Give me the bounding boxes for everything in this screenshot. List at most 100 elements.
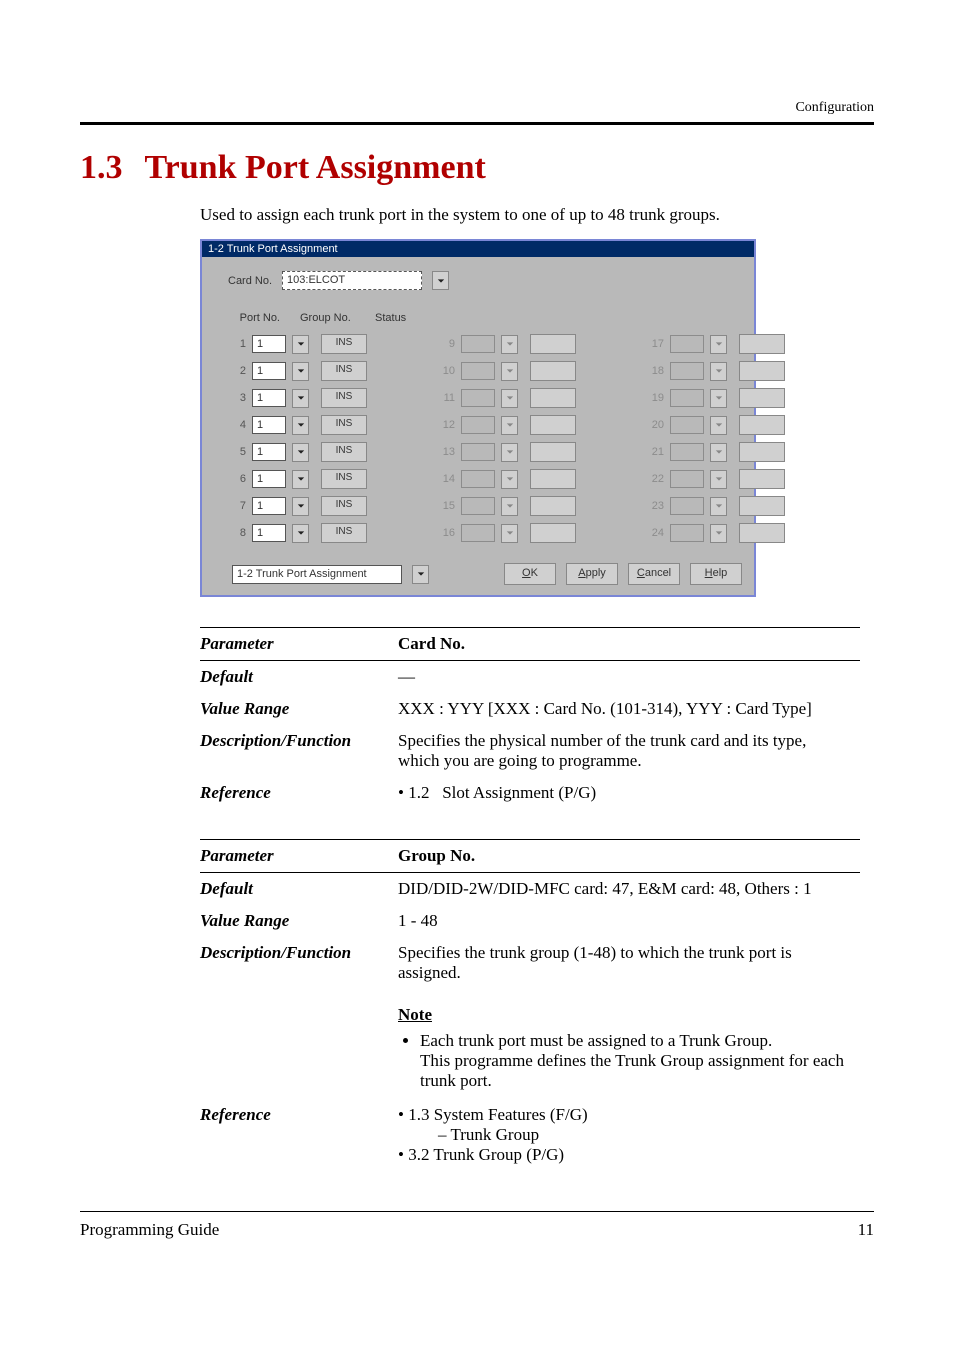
status-button[interactable]: INS [321,523,367,543]
group-dropdown-button[interactable] [292,416,309,435]
group-no-input[interactable]: 1 [252,443,286,461]
port-number: 9 [437,338,455,350]
group-dropdown-button[interactable] [292,470,309,489]
group-dropdown-button[interactable] [292,524,309,543]
status-button[interactable]: INS [321,442,367,462]
status-button [739,496,785,516]
group-dropdown-button [501,416,518,435]
group-no-input[interactable]: 1 [252,416,286,434]
status-button [739,523,785,543]
status-button[interactable]: INS [321,334,367,354]
chevron-down-icon [506,475,514,483]
group-no-input[interactable]: 1 [252,389,286,407]
group-dropdown-button [710,470,727,489]
chevron-down-icon [506,394,514,402]
group-dropdown-button [710,443,727,462]
port-row: 21 [646,442,785,462]
port-row: 11 INS [228,334,367,354]
port-row: 18 [646,361,785,381]
port-number: 21 [646,446,664,458]
group-dropdown-button [710,335,727,354]
group-dropdown-button[interactable] [292,389,309,408]
port-row: 17 [646,334,785,354]
port-row: 41INS [228,415,367,435]
status-button[interactable]: INS [321,388,367,408]
note-list: Each trunk port must be assigned to a Tr… [398,1031,852,1091]
status-button [530,361,576,381]
port-number: 1 [228,338,246,350]
status-button[interactable]: INS [321,415,367,435]
cancel-button[interactable]: Cancel [628,563,680,585]
group-dropdown-button [710,497,727,516]
port-row: 9 [437,334,576,354]
app-window: 1-2 Trunk Port Assignment Card No. 103:E… [200,239,756,597]
group-no-input [670,470,704,488]
cancel-button-rest: ancel [645,567,671,579]
status-button[interactable]: INS [321,361,367,381]
status-button[interactable]: INS [321,469,367,489]
group-dropdown-button [501,443,518,462]
status-button [739,388,785,408]
group-no-input [461,524,495,542]
group-dropdown-button [710,416,727,435]
chevron-down-icon [715,529,723,537]
port-row: 51INS [228,442,367,462]
nav-dropdown-button[interactable] [412,565,429,584]
group-dropdown-button[interactable] [292,497,309,516]
status-button [739,469,785,489]
port-number: 16 [437,527,455,539]
port-row: 81INS [228,523,367,543]
chevron-down-icon [417,570,425,578]
group-dropdown-button [501,389,518,408]
port-number: 3 [228,392,246,404]
ok-button[interactable]: OK [504,563,556,585]
group-no-input[interactable]: 1 [252,524,286,542]
group-no-input [461,443,495,461]
status-button[interactable]: INS [321,496,367,516]
chevron-down-icon [506,448,514,456]
columns-header: Port No. Group No. Status [228,312,740,324]
apply-button-rest: pply [586,567,606,579]
parameter-table-card-no: ParameterCard No. Default— Value RangeXX… [200,627,860,809]
chevron-down-icon [297,529,305,537]
group-dropdown-button [710,524,727,543]
port-number: 24 [646,527,664,539]
port-number: 23 [646,500,664,512]
chevron-down-icon [715,421,723,429]
group-no-input[interactable]: 1 [252,470,286,488]
group-no-input [461,389,495,407]
group-no-input [461,362,495,380]
card-no-input[interactable]: 103:ELCOT [282,271,422,290]
help-button[interactable]: Help [690,563,742,585]
group-dropdown-button[interactable] [292,335,309,354]
group-no-input[interactable]: 1 [252,362,286,380]
chevron-down-icon [297,421,305,429]
group-dropdown-button [501,497,518,516]
group-dropdown-button[interactable] [292,443,309,462]
apply-button[interactable]: Apply [566,563,618,585]
port-row: 61INS [228,469,367,489]
chevron-down-icon [715,394,723,402]
chevron-down-icon [297,448,305,456]
parameter-table-group-no: ParameterGroup No. DefaultDID/DID-2W/DID… [200,839,860,1171]
group-dropdown-button [501,362,518,381]
window-titlebar: 1-2 Trunk Port Assignment [202,241,754,257]
chevron-down-icon [715,448,723,456]
chevron-down-icon [297,340,305,348]
card-no-dropdown-button[interactable] [432,271,449,290]
card-no-label: Card No. [228,275,272,287]
group-no-input[interactable]: 1 [252,497,286,515]
status-button [739,415,785,435]
chevron-down-icon [506,529,514,537]
port-number: 18 [646,365,664,377]
port-number: 2 [228,365,246,377]
group-dropdown-button [501,470,518,489]
status-button [530,442,576,462]
status-button [530,388,576,408]
group-no-input[interactable]: 1 [252,335,286,353]
nav-combo[interactable]: 1-2 Trunk Port Assignment [232,565,402,584]
port-row: 22 [646,469,785,489]
group-dropdown-button[interactable] [292,362,309,381]
section-lead: Used to assign each trunk port in the sy… [200,205,874,225]
port-row: 71INS [228,496,367,516]
